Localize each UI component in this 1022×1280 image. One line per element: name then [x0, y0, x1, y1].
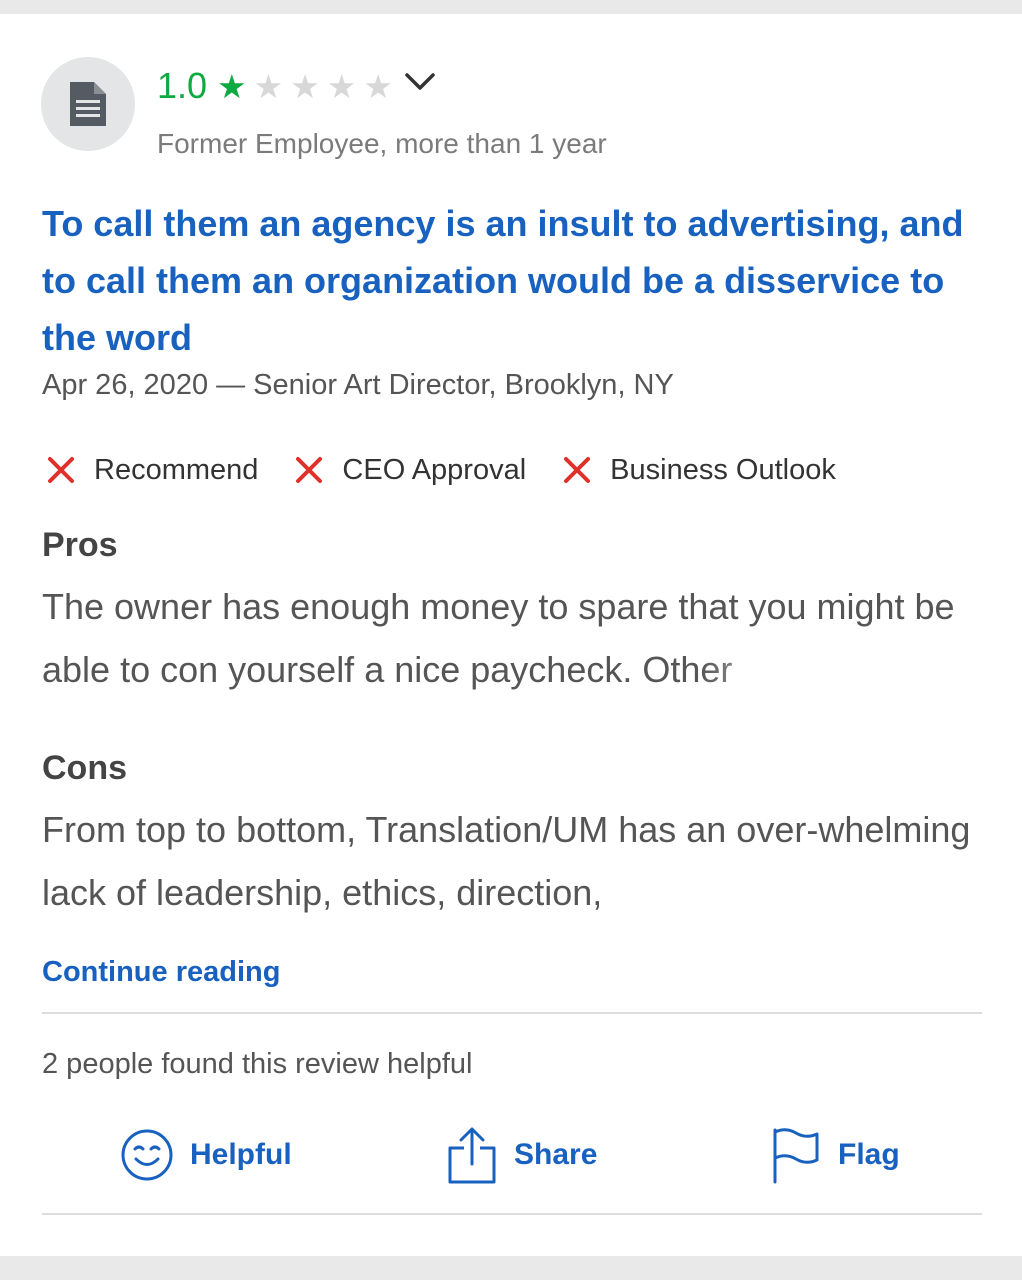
helpful-count: 2 people found this review helpful — [42, 1048, 473, 1080]
star-icon-filled: ★ — [217, 67, 247, 105]
helpful-button[interactable]: Helpful — [120, 1122, 292, 1188]
star-icon-empty: ★ — [363, 67, 394, 105]
rating-checks: Recommend CEO Approval Business Outlook — [46, 447, 872, 493]
document-avatar — [41, 57, 135, 151]
review-title[interactable]: To call them an agency is an insult to a… — [42, 195, 982, 366]
flag-label: Flag — [838, 1138, 900, 1171]
check-ceo-approval: CEO Approval — [294, 454, 526, 487]
pros-heading: Pros — [42, 526, 118, 564]
star-icon-empty: ★ — [290, 67, 320, 105]
divider — [42, 1012, 982, 1014]
smiley-icon — [121, 1129, 173, 1181]
flag-icon — [773, 1128, 819, 1184]
x-icon — [562, 455, 592, 485]
check-recommend: Recommend — [46, 454, 258, 487]
cons-heading: Cons — [42, 749, 127, 787]
check-label: Business Outlook — [610, 453, 836, 486]
star-icon-empty: ★ — [326, 67, 357, 105]
x-icon — [294, 455, 324, 485]
text-fade — [700, 862, 860, 922]
divider — [42, 1213, 982, 1215]
x-icon — [46, 455, 76, 485]
check-business-outlook: Business Outlook — [562, 454, 836, 487]
review-actions: Helpful Share Flag — [0, 1122, 1022, 1188]
rating-row[interactable]: 1.0 ★ ★ ★ ★ ★ — [157, 64, 436, 108]
flag-button[interactable]: Flag — [770, 1122, 900, 1188]
share-button[interactable]: Share — [446, 1122, 597, 1188]
check-label: CEO Approval — [342, 453, 527, 486]
rating-value: 1.0 — [157, 65, 208, 106]
document-icon — [70, 82, 106, 126]
check-label: Recommend — [94, 453, 259, 486]
share-label: Share — [514, 1138, 598, 1171]
helpful-label: Helpful — [190, 1138, 292, 1171]
review-card: 1.0 ★ ★ ★ ★ ★ Former Employee, more than… — [0, 14, 1022, 1256]
chevron-down-icon[interactable] — [404, 72, 436, 92]
share-icon — [448, 1127, 496, 1184]
continue-reading-link[interactable]: Continue reading — [42, 956, 280, 989]
review-meta: Apr 26, 2020 — Senior Art Director, Broo… — [42, 369, 674, 401]
star-icon-empty: ★ — [253, 67, 284, 105]
text-fade — [700, 639, 860, 699]
employee-status: Former Employee, more than 1 year — [157, 128, 607, 159]
